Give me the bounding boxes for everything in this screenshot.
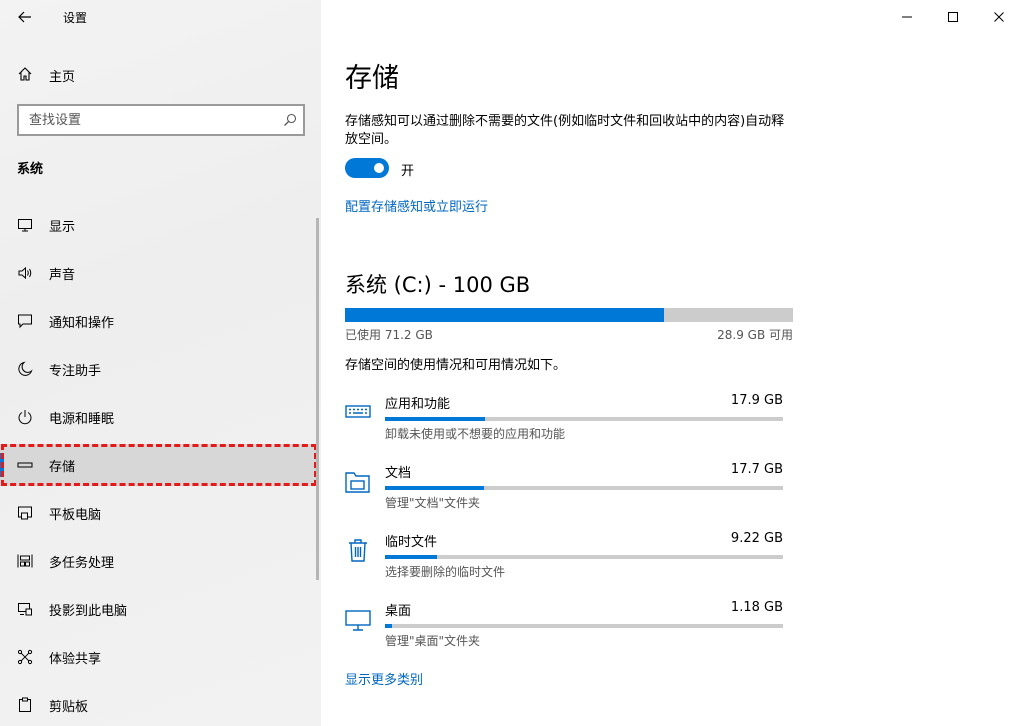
category-apps-features[interactable]: 应用和功能 17.9 GB 卸载未使用或不想要的应用和功能 [345, 393, 783, 453]
back-arrow-icon [18, 11, 31, 23]
category-usage-fill [385, 417, 485, 421]
search-input[interactable] [19, 106, 269, 134]
sidebar-scrollbar[interactable] [316, 218, 319, 580]
sidebar-item-label: 多任务处理 [49, 556, 115, 571]
desktop-icon [345, 610, 371, 631]
message-icon [18, 314, 32, 329]
drive-title: 系统 (C:) - 100 GB [345, 273, 531, 297]
category-usage-bar [385, 486, 783, 490]
titlebar-left: 设置 [0, 0, 321, 34]
storage-sense-description: 存储感知可以通过删除不需要的文件(例如临时文件和回收站中的内容)自动释放空间。 [345, 114, 785, 147]
project-icon [18, 603, 32, 616]
category-usage-fill [385, 486, 484, 490]
sidebar-item-project-to-pc[interactable]: 投影到此电脑 [0, 588, 316, 630]
category-usage-fill [385, 624, 392, 628]
category-documents[interactable]: 文档 17.7 GB 管理"文档"文件夹 [345, 462, 783, 522]
sidebar-item-home[interactable]: 主页 [0, 58, 321, 90]
search-box[interactable] [17, 104, 305, 136]
sidebar-item-label: 电源和睡眠 [49, 412, 115, 427]
page-title: 存储 [345, 63, 399, 94]
sidebar-item-label: 主页 [49, 70, 76, 85]
storage-sense-toggle[interactable] [345, 158, 389, 178]
category-subtitle: 选择要删除的临时文件 [385, 565, 506, 579]
category-usage-fill [385, 555, 437, 559]
close-button[interactable] [976, 0, 1022, 34]
keyboard-icon [345, 405, 371, 418]
category-size: 1.18 GB [730, 600, 783, 615]
moon-icon [18, 361, 33, 376]
sidebar-item-focus-assist[interactable]: 专注助手 [0, 348, 316, 390]
toggle-knob [374, 163, 384, 173]
monitor-icon [18, 219, 32, 232]
drive-usage-fill [345, 308, 664, 322]
speaker-icon [18, 266, 32, 280]
sidebar-item-label: 投影到此电脑 [49, 604, 128, 619]
sidebar-item-shared-experiences[interactable]: 体验共享 [0, 636, 316, 678]
folder-icon [345, 472, 370, 493]
sidebar-item-power-sleep[interactable]: 电源和睡眠 [0, 396, 316, 438]
power-icon [18, 410, 32, 425]
configure-storage-sense-link[interactable]: 配置存储感知或立即运行 [345, 196, 488, 215]
section-title: 系统 [17, 162, 44, 177]
sidebar-item-tablet[interactable]: 平板电脑 [0, 492, 316, 534]
multitask-icon [17, 554, 33, 568]
sidebar-item-label: 通知和操作 [49, 316, 115, 331]
sidebar-item-label: 专注助手 [49, 364, 102, 379]
sidebar-item-display[interactable]: 显示 [0, 204, 316, 246]
trash-icon [349, 539, 367, 562]
category-subtitle: 卸载未使用或不想要的应用和功能 [385, 427, 566, 441]
minimize-icon [902, 16, 912, 18]
share-icon [17, 649, 33, 665]
sidebar-item-clipboard[interactable]: 剪贴板 [0, 684, 316, 726]
close-icon [994, 12, 1004, 22]
sidebar-item-label: 平板电脑 [49, 508, 102, 523]
sidebar-item-label: 声音 [49, 268, 76, 283]
sidebar-item-label: 体验共享 [49, 652, 102, 667]
category-usage-bar [385, 624, 783, 628]
sidebar: 设置 主页 系统 显示 声音 通知和操作 [0, 0, 321, 726]
minimize-button[interactable] [884, 0, 930, 34]
show-more-categories-link[interactable]: 显示更多类别 [345, 669, 423, 688]
main-content: 存储 存储感知可以通过删除不需要的文件(例如临时文件和回收站中的内容)自动释放空… [321, 0, 1022, 726]
toggle-state-label: 开 [401, 164, 415, 179]
app-title: 设置 [63, 11, 88, 25]
category-usage-bar [385, 555, 783, 559]
category-subtitle: 管理"桌面"文件夹 [385, 634, 481, 648]
category-desktop[interactable]: 桌面 1.18 GB 管理"桌面"文件夹 [345, 600, 783, 660]
free-space-label: 28.9 GB 可用 [717, 328, 793, 342]
category-subtitle: 管理"文档"文件夹 [385, 496, 481, 510]
category-temporary-files[interactable]: 临时文件 9.22 GB 选择要删除的临时文件 [345, 531, 783, 591]
sidebar-item-label: 显示 [49, 220, 76, 235]
sidebar-item-label: 存储 [49, 460, 76, 475]
category-size: 17.7 GB [730, 462, 783, 477]
sidebar-item-label: 剪贴板 [49, 700, 89, 715]
maximize-button[interactable] [930, 0, 976, 34]
maximize-icon [948, 12, 958, 22]
back-button[interactable] [12, 6, 38, 28]
usage-description: 存储空间的使用情况和可用情况如下。 [345, 358, 567, 373]
sidebar-item-multitasking[interactable]: 多任务处理 [0, 540, 316, 582]
clipboard-icon [19, 697, 31, 712]
tablet-icon [18, 506, 32, 520]
sidebar-item-storage[interactable]: 存储 [0, 444, 316, 486]
category-size: 17.9 GB [730, 393, 783, 408]
sidebar-item-notifications[interactable]: 通知和操作 [0, 300, 316, 342]
category-usage-bar [385, 417, 783, 421]
drive-usage-bar [345, 308, 793, 322]
home-icon [18, 67, 32, 81]
search-icon[interactable] [283, 113, 297, 127]
storage-icon [17, 462, 33, 468]
category-size: 9.22 GB [730, 531, 783, 546]
window-controls [884, 0, 1022, 34]
sidebar-item-sound[interactable]: 声音 [0, 252, 316, 294]
